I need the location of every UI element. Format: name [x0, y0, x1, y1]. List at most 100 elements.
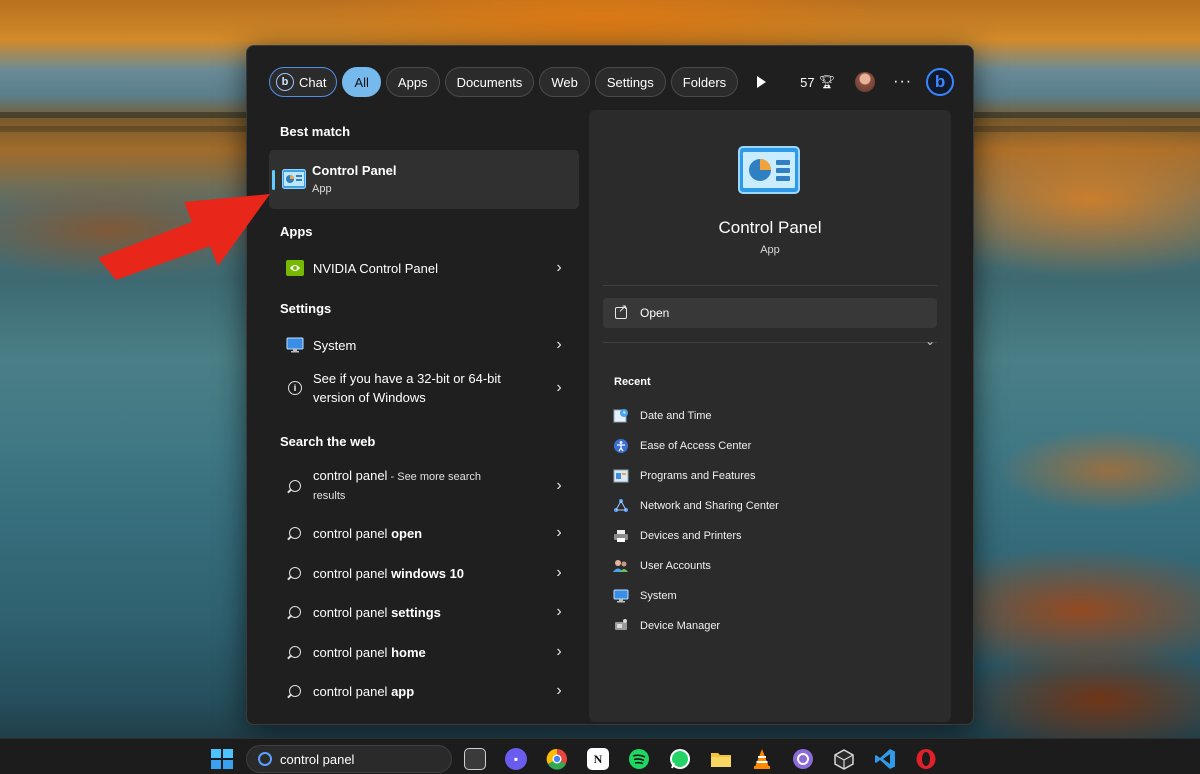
recent-device-manager[interactable]: Device Manager — [613, 615, 720, 637]
recent-date-and-time[interactable]: Date and Time — [613, 405, 712, 427]
query-suggestion: windows 10 — [391, 565, 465, 581]
recent-devices-and-printers[interactable]: Devices and Printers — [613, 525, 742, 547]
chevron-right-icon[interactable]: › — [549, 564, 569, 582]
notion-icon[interactable]: N — [587, 748, 609, 770]
open-button[interactable]: Open — [603, 298, 937, 328]
printer-icon — [614, 530, 628, 542]
preview-title: Control Panel — [718, 218, 822, 237]
filter-apps[interactable]: Apps — [385, 67, 440, 97]
filter-chat[interactable]: b Chat — [269, 67, 338, 97]
query-text: control panel — [313, 525, 392, 541]
chevron-right-icon[interactable]: › — [549, 336, 569, 354]
result-label: System — [313, 337, 357, 353]
result-label: control panel home — [313, 643, 549, 662]
recent-network-and-sharing[interactable]: Network and Sharing Center — [613, 495, 779, 517]
chevron-right-icon[interactable]: › — [549, 603, 569, 621]
teams-chat-icon[interactable]: ▪ — [505, 748, 527, 770]
filter-documents[interactable]: Documents — [444, 67, 535, 97]
network-icon — [614, 499, 628, 512]
web-result-see-more[interactable]: control panel - See more search results … — [269, 462, 579, 510]
device-manager-icon — [615, 619, 627, 630]
search-web-heading: Search the web — [280, 434, 376, 449]
recent-label: Device Manager — [640, 620, 721, 632]
web-result[interactable]: control panel home › — [269, 633, 579, 671]
annotation-arrow — [98, 194, 270, 280]
recent-label: Date and Time — [640, 410, 712, 422]
result-label: control panel settings — [313, 603, 549, 622]
settings-heading: Settings — [280, 301, 332, 316]
result-label: control panel windows 10 — [313, 564, 549, 583]
rewards-points[interactable]: 57 🏆︎ — [800, 74, 835, 90]
chrome-icon[interactable] — [546, 748, 568, 770]
web-result[interactable]: control panel windows 10 › — [269, 554, 579, 592]
opera-icon[interactable] — [915, 748, 937, 770]
best-match-heading: Best match — [280, 124, 351, 139]
vlc-icon[interactable] — [751, 748, 773, 770]
package-icon[interactable] — [833, 748, 855, 770]
result-line-1: See if you have a 32-bit or 64-bit — [313, 371, 501, 386]
windows-start-icon[interactable] — [210, 748, 234, 770]
file-explorer-icon[interactable] — [710, 748, 732, 770]
vscode-icon[interactable] — [874, 748, 896, 770]
recent-system[interactable]: System — [613, 585, 677, 607]
result-32-or-64-bit[interactable]: i See if you have a 32-bit or 64-bit ver… — [269, 364, 579, 412]
recent-programs-and-features[interactable]: Programs and Features — [613, 465, 756, 487]
filter-folders[interactable]: Folders — [670, 67, 739, 97]
web-result[interactable]: control panel open › — [269, 514, 579, 552]
task-view-icon[interactable] — [464, 748, 486, 770]
recent-heading: Recent — [614, 376, 651, 388]
query-text: control panel — [313, 565, 392, 581]
result-nvidia-control-panel[interactable]: NVIDIA Control Panel › — [269, 249, 579, 287]
search-filter-bar: b Chat All Apps Documents Web Settings F… — [269, 66, 955, 98]
chevron-right-icon[interactable]: › — [549, 682, 569, 700]
monitor-icon — [613, 589, 629, 603]
points-value: 57 — [800, 74, 815, 90]
accessibility-icon — [614, 439, 628, 453]
filter-settings[interactable]: Settings — [594, 67, 666, 97]
search-icon — [258, 752, 272, 766]
web-result[interactable]: control panel app › — [269, 672, 579, 710]
result-label: control panel open — [313, 524, 549, 543]
query-text: control panel — [313, 604, 392, 620]
recent-ease-of-access[interactable]: Ease of Access Center — [613, 435, 751, 457]
result-label: control panel - See more search results — [313, 466, 549, 506]
best-match-control-panel[interactable]: Control Panel App — [269, 150, 579, 209]
filter-all[interactable]: All — [342, 67, 381, 97]
query-suggestion: app — [391, 683, 415, 699]
best-match-type: App — [312, 183, 332, 195]
web-result[interactable]: control panel settings › — [269, 593, 579, 631]
recent-user-accounts[interactable]: User Accounts — [613, 555, 711, 577]
apps-heading: Apps — [280, 224, 313, 239]
recent-label: Ease of Access Center — [640, 440, 752, 452]
taskbar: control panel ▪ N — [0, 738, 1200, 774]
see-more-text: - See more search — [387, 471, 482, 483]
chevron-right-icon[interactable]: › — [549, 477, 569, 495]
chevron-right-icon[interactable]: › — [549, 524, 569, 542]
taskbar-search-query: control panel — [280, 751, 355, 767]
torrent-icon[interactable] — [792, 748, 814, 770]
more-options-icon[interactable]: ··· — [893, 73, 912, 91]
bing-icon[interactable]: b — [926, 68, 955, 96]
chevron-right-icon[interactable]: › — [549, 379, 569, 397]
search-icon — [285, 602, 305, 622]
result-system[interactable]: System › — [269, 326, 579, 364]
taskbar-search-box[interactable]: control panel — [246, 745, 452, 773]
filter-web[interactable]: Web — [539, 67, 590, 97]
whatsapp-icon[interactable] — [669, 748, 691, 770]
result-label: control panel app — [313, 682, 549, 701]
bing-chat-icon: b — [276, 73, 294, 91]
spotify-icon[interactable] — [628, 748, 650, 770]
search-icon — [285, 563, 305, 583]
trophy-icon: 🏆︎ — [818, 74, 836, 89]
search-icon — [285, 681, 305, 701]
chevron-right-icon[interactable]: › — [549, 259, 569, 277]
chevron-right-icon[interactable]: › — [549, 643, 569, 661]
open-external-icon — [615, 302, 627, 319]
search-panel: b Chat All Apps Documents Web Settings F… — [246, 45, 974, 725]
query-suggestion: open — [391, 525, 423, 541]
chevron-down-icon[interactable]: ⌄ — [925, 334, 935, 348]
user-avatar[interactable] — [855, 72, 876, 92]
divider — [603, 285, 937, 286]
more-filters-play-icon[interactable] — [757, 76, 767, 88]
open-label: Open — [640, 306, 670, 320]
